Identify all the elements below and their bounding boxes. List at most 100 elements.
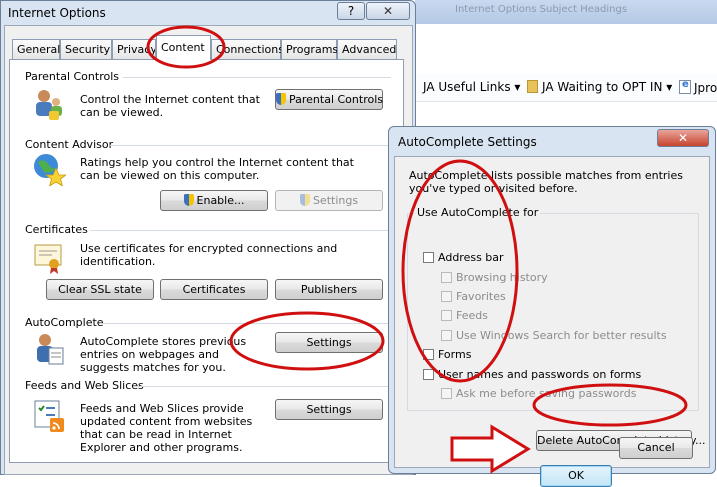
checkbox-box[interactable] — [423, 349, 434, 360]
help-icon: ? — [347, 4, 355, 18]
shield-icon — [276, 93, 286, 105]
checkbox-forms[interactable]: Forms — [423, 348, 471, 364]
checkbox-label: Ask me before saving passwords — [456, 387, 637, 400]
certificates-button[interactable]: Certificates — [160, 279, 268, 300]
button-label: Clear SSL state — [58, 283, 142, 296]
checkbox-box[interactable] — [441, 388, 452, 399]
tab-advanced[interactable]: Advanced — [337, 39, 397, 59]
checkbox-browsing-history[interactable]: Browsing history — [441, 271, 548, 287]
help-button[interactable]: ? — [337, 2, 365, 20]
checkbox-label: Forms — [438, 348, 472, 361]
autocomplete-settings-button[interactable]: Settings — [275, 332, 383, 353]
enable-button[interactable]: Enable... — [160, 190, 268, 211]
autocomplete-settings-dialog: AutoComplete Settings ✕ AutoComplete lis… — [388, 126, 716, 487]
content-advisor-description: Ratings help you control the Internet co… — [80, 156, 354, 182]
autocomplete-heading: AutoComplete — [25, 316, 104, 329]
parental-controls-button[interactable]: Parental Controls — [275, 89, 383, 110]
favorite-ja-waiting[interactable]: JA Waiting to OPT IN ▾ — [527, 80, 672, 94]
dialog-body: AutoComplete lists possible matches from… — [394, 156, 710, 487]
group-label: Use AutoComplete for — [415, 206, 541, 219]
checkbox-label: Browsing history — [456, 271, 548, 284]
tab-security[interactable]: Security — [60, 39, 112, 59]
tab-label: Connections — [216, 43, 284, 56]
ok-button[interactable]: OK — [540, 465, 612, 487]
certificates-heading: Certificates — [25, 223, 88, 236]
checkbox-box[interactable] — [441, 310, 452, 321]
tab-general[interactable]: General — [12, 39, 60, 59]
button-label: OK — [568, 469, 584, 482]
tab-label: Privacy — [117, 43, 156, 56]
favorite-label: JA Waiting to OPT IN — [542, 80, 663, 94]
tab-connections[interactable]: Connections — [211, 39, 284, 59]
section-divider — [110, 145, 391, 146]
checkbox-label: Favorites — [456, 290, 506, 303]
favorite-label: JA Useful Links — [423, 80, 511, 94]
certificate-icon — [34, 244, 62, 274]
feeds-settings-button[interactable]: Settings — [275, 399, 383, 420]
autocomplete-description: AutoComplete stores previous entries on … — [80, 335, 247, 374]
cancel-button[interactable]: Cancel — [619, 437, 693, 459]
button-label: Publishers — [300, 283, 358, 296]
globe-star-icon — [34, 154, 66, 186]
shield-icon — [183, 194, 194, 206]
folder-icon — [527, 80, 538, 93]
browser-title-bar: Internet Options Subject Headings — [415, 0, 717, 24]
favorite-jpro[interactable]: Jpro — [679, 79, 717, 95]
publishers-button[interactable]: Publishers — [275, 279, 383, 300]
tab-label: Advanced — [342, 43, 397, 56]
content-advisor-heading: Content Advisor — [25, 138, 114, 151]
favorites-bar: JA Useful Links ▾ JA Waiting to OPT IN ▾… — [415, 74, 717, 102]
button-label: Settings — [312, 194, 359, 207]
checkbox-box[interactable] — [441, 291, 452, 302]
checkbox-box[interactable] — [423, 252, 434, 263]
window-title: Internet Options — [8, 6, 106, 20]
button-label: Settings — [306, 336, 352, 349]
internet-options-window: Internet Options ? ✕ General Security Pr… — [0, 0, 416, 475]
tab-label: Content — [161, 41, 205, 54]
button-label: Certificates — [182, 283, 246, 296]
checkbox-ask-me-before-saving-passwords[interactable]: Ask me before saving passwords — [441, 387, 636, 403]
checkbox-favorites[interactable]: Favorites — [441, 290, 506, 306]
section-divider — [90, 230, 391, 231]
checkbox-use-windows-search-for-better-results[interactable]: Use Windows Search for better results — [441, 329, 667, 345]
autocomplete-settings-description: AutoComplete lists possible matches from… — [409, 169, 683, 195]
tab-privacy[interactable]: Privacy — [112, 39, 156, 59]
favorite-ja-useful-links[interactable]: JA Useful Links ▾ — [423, 80, 520, 94]
button-label: Settings — [306, 403, 352, 416]
tab-content[interactable]: Content — [156, 35, 211, 60]
content-tab-panel: Parental Controls Control the Internet c… — [9, 59, 404, 463]
tab-label: Security — [65, 43, 111, 56]
feeds-heading: Feeds and Web Slices — [25, 379, 144, 392]
tab-label: Programs — [286, 43, 339, 56]
close-button[interactable]: ✕ — [366, 2, 410, 20]
parental-controls-heading: Parental Controls — [25, 70, 119, 83]
autocomplete-icon — [37, 334, 64, 365]
tab-programs[interactable]: Programs — [281, 39, 339, 59]
feeds-description: Feeds and Web Slices provide updated con… — [80, 402, 253, 454]
section-divider — [134, 386, 391, 387]
favorite-label: Jpro — [694, 81, 717, 95]
checkbox-address-bar[interactable]: Address bar — [423, 251, 504, 267]
checkbox-label: User names and passwords on forms — [438, 368, 642, 381]
button-label: Parental Controls — [289, 93, 383, 106]
checkbox-user-names-and-passwords-on-forms[interactable]: User names and passwords on forms — [423, 368, 641, 384]
checkbox-feeds[interactable]: Feeds — [441, 309, 488, 325]
button-label: Enable... — [196, 194, 245, 207]
clear-ssl-state-button[interactable]: Clear SSL state — [46, 279, 154, 300]
feeds-icon — [34, 400, 64, 432]
checkbox-label: Address bar — [438, 251, 504, 264]
parental-controls-icon — [36, 90, 62, 120]
dialog-title: AutoComplete Settings — [398, 135, 537, 149]
parental-controls-description: Control the Internet content that can be… — [80, 93, 260, 119]
content-advisor-settings-button[interactable]: Settings — [275, 190, 383, 211]
close-icon: ✕ — [677, 131, 689, 145]
checkbox-box[interactable] — [441, 330, 452, 341]
dialog-close-button[interactable]: ✕ — [657, 129, 709, 147]
checkbox-box[interactable] — [441, 272, 452, 283]
checkbox-label: Feeds — [456, 309, 488, 322]
section-divider — [100, 323, 391, 324]
close-icon: ✕ — [382, 4, 394, 18]
checkbox-box[interactable] — [423, 369, 434, 380]
button-label: Cancel — [637, 441, 675, 454]
checkbox-label: Use Windows Search for better results — [456, 329, 667, 342]
